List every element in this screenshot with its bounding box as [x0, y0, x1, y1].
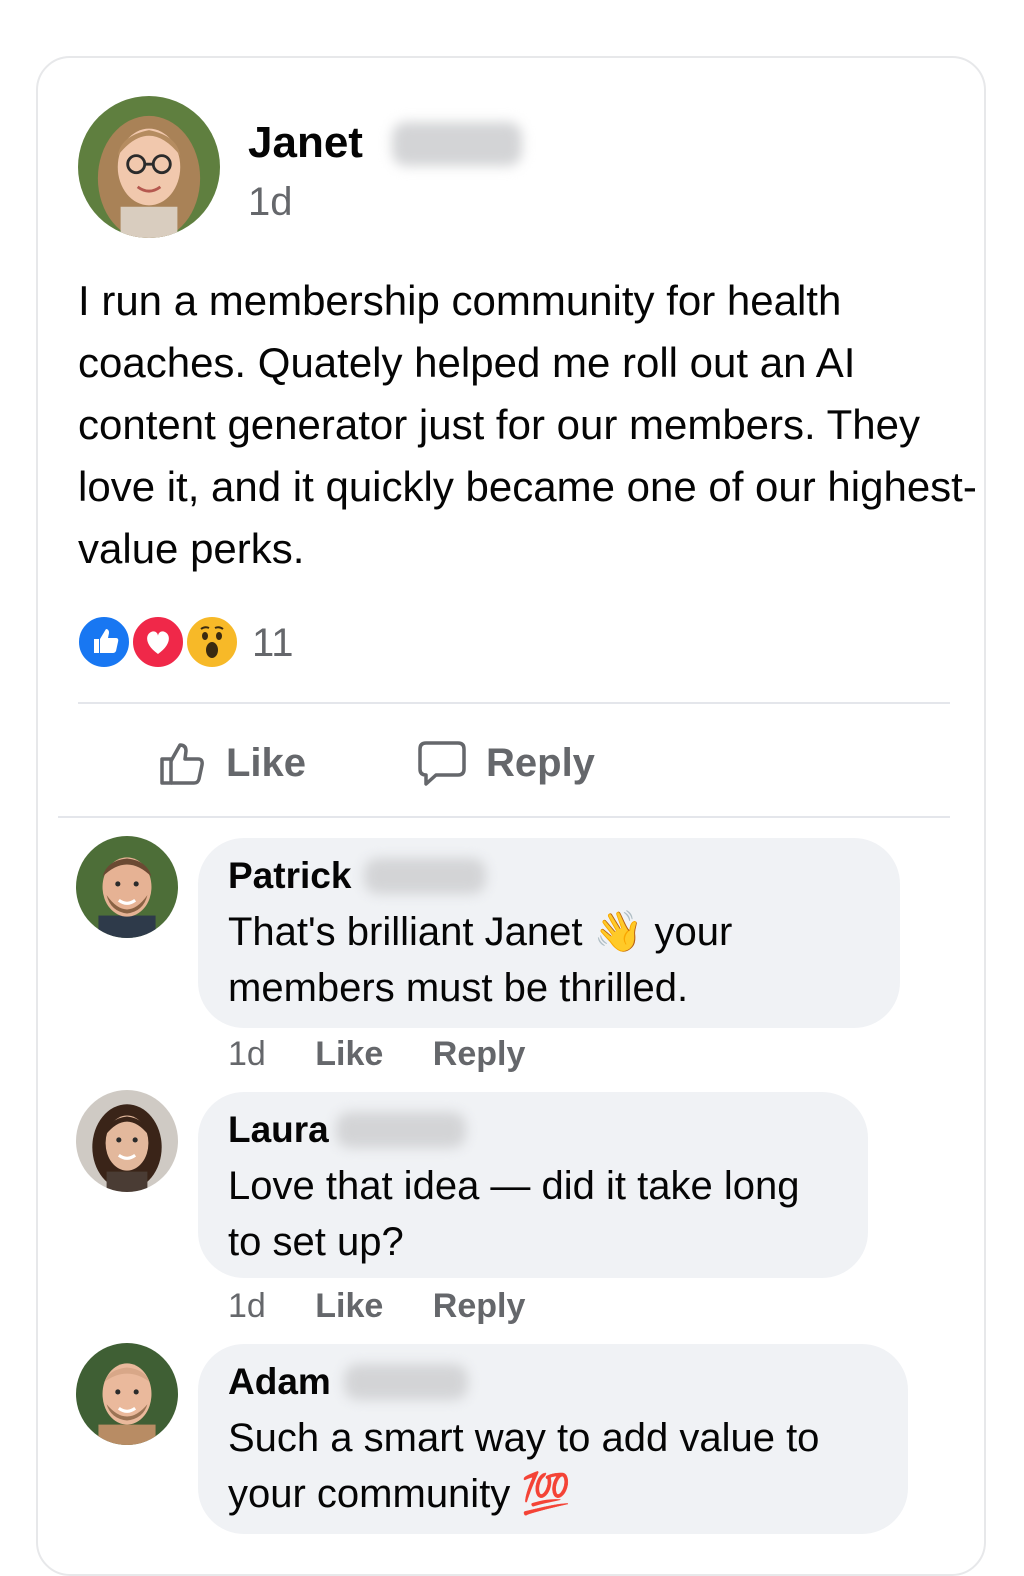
post-text: I run a membership community for health … — [78, 277, 977, 572]
reaction-count: 11 — [252, 621, 294, 665]
comment-text: Love that idea — did it take long to set… — [228, 1164, 800, 1264]
commenter-name[interactable]: Patrick — [228, 855, 351, 896]
redacted-last-name — [336, 1112, 466, 1148]
commenter-avatar[interactable] — [76, 1343, 178, 1445]
like-button-label: Like — [226, 740, 307, 785]
comment-actions: 1d Like Reply — [228, 1284, 565, 1328]
divider — [58, 816, 950, 818]
author-name[interactable]: Janet — [248, 116, 363, 170]
divider — [78, 702, 950, 704]
wow-reaction-icon — [184, 614, 240, 670]
comment-text: That's brilliant Janet 👋 your members mu… — [228, 910, 733, 1010]
comment-actions: 1d Like Reply — [228, 1032, 565, 1076]
redacted-last-name — [344, 1364, 468, 1400]
comment-bubble: Adam Such a smart way to add value to yo… — [198, 1344, 908, 1534]
redacted-last-name — [392, 122, 522, 166]
author-avatar[interactable] — [78, 96, 220, 238]
commenter-avatar[interactable] — [76, 1090, 178, 1192]
like-reaction-icon — [76, 614, 132, 670]
comment-bubble: Laura Love that idea — did it take long … — [198, 1092, 868, 1278]
comment-timestamp[interactable]: 1d — [228, 1035, 266, 1073]
post-card: Janet 1d I run a membership community fo… — [36, 56, 986, 1576]
reply-button-label: Reply — [486, 740, 595, 785]
comment-reply-button[interactable]: Reply — [433, 1287, 526, 1325]
redacted-last-name — [364, 858, 486, 894]
comment-reply-button[interactable]: Reply — [433, 1035, 526, 1073]
comment-bubble: Patrick That's brilliant Janet 👋 your me… — [198, 838, 900, 1028]
comment-timestamp[interactable]: 1d — [228, 1287, 266, 1325]
commenter-name[interactable]: Adam — [228, 1361, 331, 1402]
commenter-avatar[interactable] — [76, 836, 178, 938]
comment-like-button[interactable]: Like — [315, 1287, 383, 1325]
thumbs-up-icon — [160, 743, 204, 785]
post-timestamp[interactable]: 1d — [248, 178, 293, 226]
comment-text: Such a smart way to add value to your co… — [228, 1416, 820, 1516]
like-button[interactable]: Like — [156, 728, 306, 798]
reply-button[interactable]: Reply — [416, 728, 595, 798]
love-reaction-icon — [130, 614, 186, 670]
comment-like-button[interactable]: Like — [315, 1035, 383, 1073]
commenter-name[interactable]: Laura — [228, 1109, 329, 1150]
comment-bubble-icon — [418, 741, 466, 786]
